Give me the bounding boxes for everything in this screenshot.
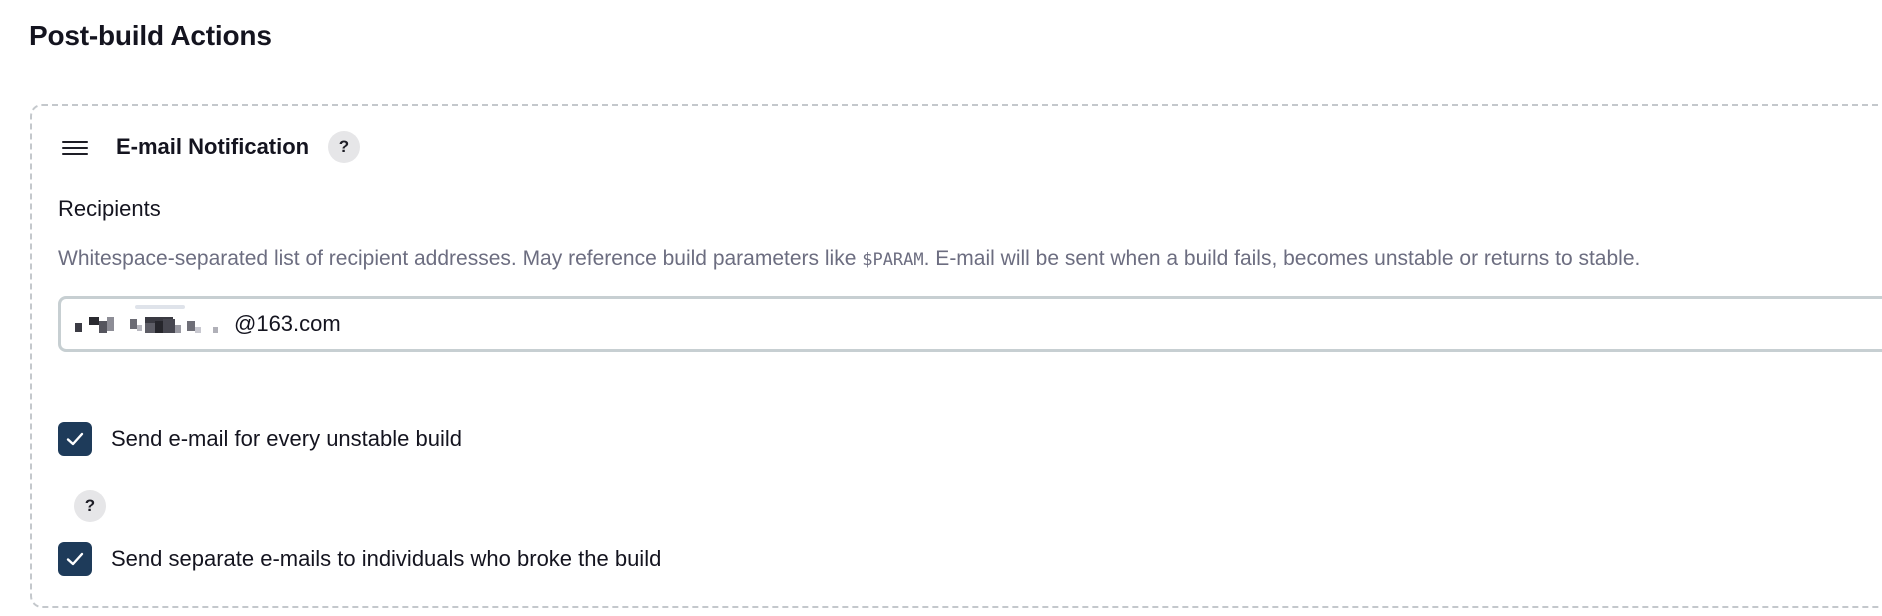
recipients-label: Recipients	[58, 196, 161, 221]
description-text-end: . E-mail will be sent when a build fails…	[923, 247, 1641, 270]
unstable-build-label[interactable]: Send e-mail for every unstable build	[111, 424, 462, 454]
recipients-field[interactable]	[61, 299, 1882, 349]
description-text: Whitespace-separated list of recipient a…	[58, 247, 863, 270]
separate-emails-checkbox[interactable]	[58, 542, 92, 576]
email-notification-card: E-mail Notification ? Recipients Whitesp…	[30, 104, 1882, 608]
param-code: $PARAM	[862, 250, 924, 270]
separate-emails-label[interactable]: Send separate e-mails to individuals who…	[111, 544, 661, 574]
drag-handle-icon[interactable]	[62, 139, 88, 157]
unstable-build-checkbox[interactable]	[58, 422, 92, 456]
help-icon[interactable]: ?	[74, 490, 106, 522]
section-title: Post-build Actions	[29, 20, 272, 51]
recipients-description: Whitespace-separated list of recipient a…	[58, 244, 1640, 275]
recipients-input[interactable]	[58, 296, 1882, 352]
help-icon[interactable]: ?	[328, 131, 360, 163]
card-title: E-mail Notification	[116, 134, 310, 159]
check-icon	[66, 432, 84, 446]
check-icon	[66, 552, 84, 566]
